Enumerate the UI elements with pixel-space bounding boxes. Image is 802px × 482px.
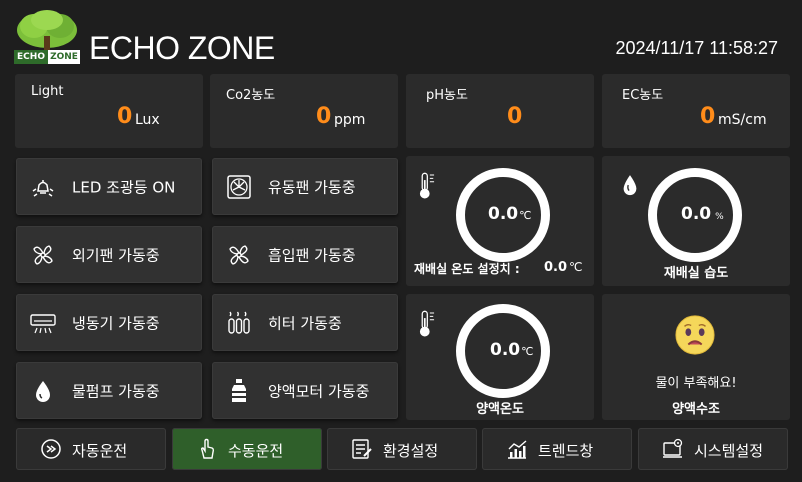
settings-list-icon [352,439,372,459]
fan-box-icon [227,174,251,199]
hand-pointer-icon [200,438,215,459]
humidity-gauge-unit: % [715,212,724,222]
nav-auto-mode[interactable]: 자동운전 [16,428,166,470]
sensor-panel-ec: EC농도 0 mS/cm [602,74,790,148]
nutrient-gauge-unit: ℃ [521,345,534,358]
temperature-gauge-unit: ℃ [519,209,532,222]
sensor-label: EC농도 [622,88,664,103]
circulation-fan-button[interactable]: 유동팬 가동중 [212,158,398,215]
intake-fan-button[interactable]: 흡입팬 가동중 [212,226,398,283]
heater-label: 히터 가동중 [268,314,342,332]
nav-trend-window[interactable]: 트렌드창 [482,428,632,470]
water-tank-message: 물이 부족해요! [655,376,737,391]
sensor-panel-light: Light 0 Lux [15,74,203,148]
circulation-fan-label: 유동팬 가동중 [268,178,356,196]
water-pump-label: 물펌프 가동중 [72,382,160,400]
thermometer-icon [419,310,435,337]
nav-manual-label: 수동운전 [228,442,284,460]
sensor-value: 0 [700,104,716,129]
logo-text-left: ECHO [14,50,48,64]
humidity-caption: 재배실 습도 [663,266,729,281]
fan-icon [229,244,249,265]
refrigerator-label: 냉동기 가동중 [72,314,160,332]
sensor-label: Co2농도 [226,88,276,103]
bulb-icon [32,179,54,197]
nav-environment-settings[interactable]: 환경설정 [327,428,477,470]
heater-icon [228,311,250,334]
nav-system-settings[interactable]: 시스템설정 [638,428,788,470]
system-settings-icon [663,438,683,458]
nutrient-motor-label: 양액모터 가동중 [268,382,370,400]
nav-trend-label: 트렌드창 [538,442,594,460]
sensor-panel-ph: pH농도 0 [406,74,594,148]
header: ECHO ZONE ECHO ZONE 2024/11/17 11:58:27 [0,0,802,72]
nav-environment-label: 환경설정 [383,442,439,460]
sensor-unit: ppm [334,112,366,128]
sad-face-icon [675,315,715,355]
logo-wordmark: ECHO ZONE [14,50,80,64]
led-dimmer-button[interactable]: LED 조광등 ON [16,158,202,215]
temperature-gauge-value: 0.0℃ [488,204,532,224]
intake-fan-label: 흡입팬 가동중 [268,246,356,264]
trend-chart-icon [508,440,527,459]
sensor-value: 0 [316,104,332,129]
water-drop-icon [36,380,50,402]
sensor-label: pH농도 [426,88,468,103]
auto-icon [41,439,61,459]
temperature-setpoint-label: 재배실 온도 설정치 : [414,262,520,276]
nutrient-motor-button[interactable]: 양액모터 가동중 [212,362,398,419]
logo-text-right: ZONE [48,50,80,64]
exhaust-fan-label: 외기팬 가동중 [72,246,160,264]
thermometer-icon [419,172,435,199]
nutrient-gauge-value: 0.0℃ [490,340,534,360]
sensor-value: 0 [117,104,133,129]
exhaust-fan-button[interactable]: 외기팬 가동중 [16,226,202,283]
bottle-icon [232,378,246,402]
water-pump-button[interactable]: 물펌프 가동중 [16,362,202,419]
room-humidity-panel: 0.0% 재배실 습도 [602,156,790,286]
humidity-gauge-value: 0.0% [681,204,724,224]
sensor-label: Light [31,84,64,99]
water-tank-caption: 양액수조 [672,402,720,417]
water-tank-panel: 물이 부족해요! 양액수조 [602,294,790,420]
sensor-unit: Lux [135,112,160,128]
led-dimmer-label: LED 조광등 ON [72,178,176,196]
sensor-panel-co2: Co2농도 0 ppm [210,74,398,148]
datetime-display: 2024/11/17 11:58:27 [615,38,778,58]
nav-system-label: 시스템설정 [694,442,764,460]
fan-icon [33,244,53,265]
heater-button[interactable]: 히터 가동중 [212,294,398,351]
droplets-icon [623,175,637,196]
room-temperature-panel: 0.0℃ 재배실 온도 설정치 : 0.0 ℃ [406,156,594,286]
air-conditioner-icon [30,313,56,333]
nav-manual-mode[interactable]: 수동운전 [172,428,322,470]
app-title: ECHO ZONE [89,30,275,66]
nutrient-temperature-panel: 0.0℃ 양액온도 [406,294,594,420]
sensor-value: 0 [507,104,523,129]
temperature-setpoint-value: 0.0 ℃ [544,260,583,275]
sensor-unit: mS/cm [718,112,767,128]
nutrient-temperature-caption: 양액온도 [476,402,524,417]
refrigerator-button[interactable]: 냉동기 가동중 [16,294,202,351]
nav-auto-label: 자동운전 [72,442,128,460]
